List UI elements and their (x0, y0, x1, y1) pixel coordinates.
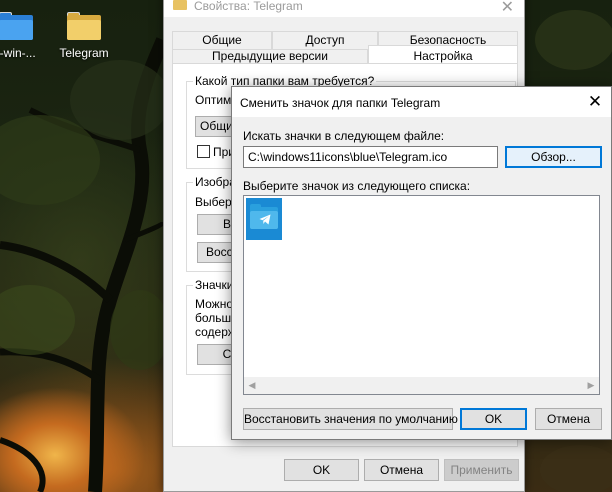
folder-icons-label: Значки (193, 278, 236, 292)
ok-button[interactable]: OK (460, 408, 527, 430)
telegram-plane-icon (259, 214, 271, 225)
icons-desc-line1: Можно (195, 297, 233, 311)
cancel-button[interactable]: Отмена (535, 408, 602, 430)
folder-icon (67, 12, 101, 40)
desktop-icon-label: t-win-... (0, 46, 36, 60)
ok-button[interactable]: OK (284, 459, 359, 481)
icon-file-path-input[interactable]: C:\windows11icons\blue\Telegram.ico (243, 146, 498, 168)
desktop-icon-telegram[interactable]: Telegram (54, 12, 114, 60)
desktop-icon-label: Telegram (59, 46, 109, 60)
restore-defaults-button[interactable]: Восстановить значения по умолчанию (243, 408, 458, 430)
properties-titlebar[interactable]: Свойства: Telegram ✕ (164, 0, 524, 17)
properties-title: Свойства: Telegram (194, 0, 303, 13)
apply-subfolders-checkbox[interactable] (197, 145, 210, 158)
desktop-icon-t-win[interactable]: t-win-... (0, 12, 46, 60)
telegram-folder-icon[interactable] (246, 198, 282, 240)
tab-previous-versions[interactable]: Предыдущие версии (172, 49, 368, 64)
change-icon-dialog: Сменить значок для папки Telegram ✕ Иска… (231, 86, 612, 440)
horizontal-scrollbar[interactable]: ◀ ▶ (244, 377, 599, 394)
scroll-right-icon[interactable]: ▶ (584, 379, 598, 392)
scroll-left-icon[interactable]: ◀ (245, 379, 259, 392)
close-icon[interactable]: ✕ (583, 92, 607, 112)
change-icon-titlebar[interactable]: Сменить значок для папки Telegram ✕ (232, 87, 611, 117)
icons-desc-line3: содерж (195, 325, 236, 339)
tab-general[interactable]: Общие (172, 31, 272, 49)
cancel-button[interactable]: Отмена (364, 459, 439, 481)
folder-icon (0, 12, 33, 40)
icon-list-label: Выберите значок из следующего списка: (243, 179, 471, 193)
icon-list[interactable]: ◀ ▶ (243, 195, 600, 395)
tab-sharing[interactable]: Доступ (272, 31, 378, 49)
folder-icon (173, 0, 187, 10)
close-icon[interactable]: ✕ (501, 0, 514, 17)
search-file-label: Искать значки в следующем файле: (243, 129, 445, 143)
browse-button[interactable]: Обзор... (505, 146, 602, 168)
change-icon-title: Сменить значок для папки Telegram (240, 96, 441, 110)
apply-button[interactable]: Применить (444, 459, 519, 481)
